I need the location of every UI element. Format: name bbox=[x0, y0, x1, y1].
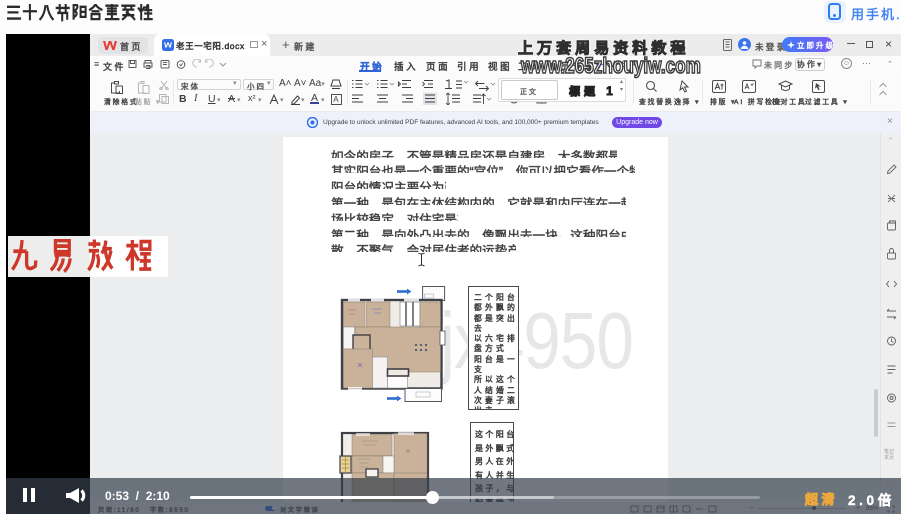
svg-text:A: A bbox=[333, 95, 339, 104]
